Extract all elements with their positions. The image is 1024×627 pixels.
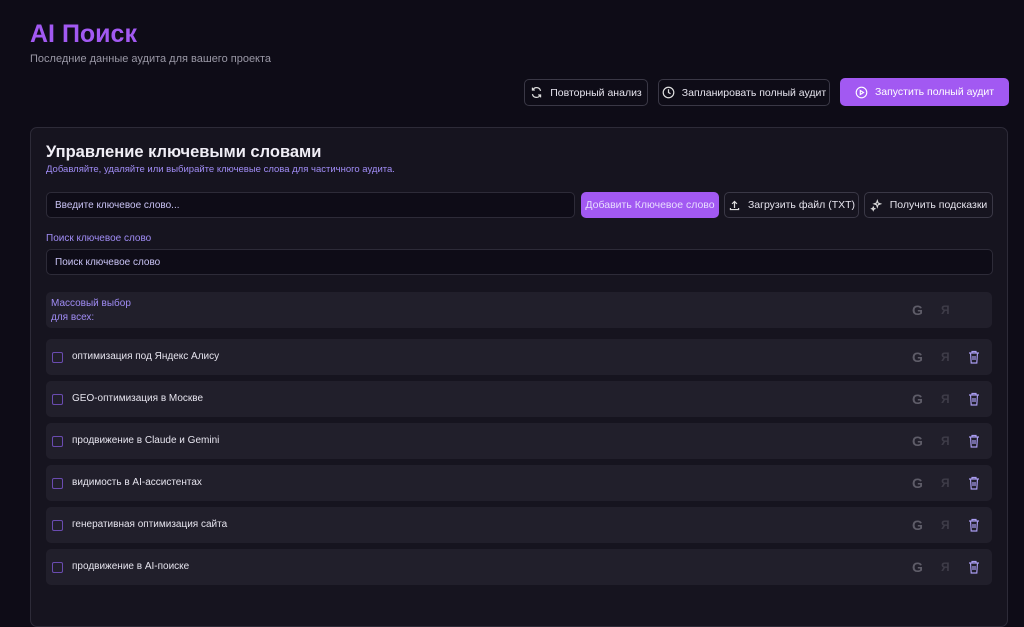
upload-file-button[interactable]: Загрузить файл (TXT) [724, 192, 859, 218]
trash-icon[interactable] [968, 518, 980, 532]
mass-select-row: Массовый выбор для всех: G Я [46, 292, 992, 328]
yandex-icon[interactable]: Я [941, 434, 950, 448]
keyword-label: продвижение в AI-поиске [72, 561, 190, 572]
keyword-row: видимость в AI-ассистентах G Я [46, 465, 992, 501]
sparkles-icon [870, 198, 882, 212]
google-icon[interactable]: G [912, 559, 923, 575]
keyword-checkbox[interactable] [52, 394, 63, 405]
yandex-icon[interactable]: Я [941, 518, 950, 532]
google-icon[interactable]: G [912, 391, 923, 407]
google-icon[interactable]: G [912, 475, 923, 491]
page-title: AI Поиск [30, 20, 137, 48]
keyword-checkbox[interactable] [52, 436, 63, 447]
card-subtitle: Добавляйте, удаляйте или выбирайте ключе… [46, 164, 395, 175]
keyword-label: продвижение в Claude и Gemini [72, 435, 220, 446]
upload-icon [729, 200, 740, 210]
yandex-icon[interactable]: Я [941, 560, 950, 574]
keyword-search-input[interactable]: Поиск ключевое слово [46, 249, 993, 275]
add-keyword-button[interactable]: Добавить Ключевое слово [581, 192, 719, 218]
keyword-placeholder: Введите ключевое слово... [55, 199, 180, 211]
yandex-icon[interactable]: Я [941, 303, 950, 317]
schedule-label: Запланировать полный аудит [681, 86, 827, 99]
keyword-label: GEO-оптимизация в Москве [72, 393, 204, 404]
keyword-label: оптимизация под Яндекс Алису [72, 351, 220, 362]
hints-label: Получить подсказки [889, 199, 988, 211]
refresh-icon [532, 87, 542, 98]
keyword-row: продвижение в Claude и Gemini G Я [46, 423, 992, 459]
yandex-icon[interactable]: Я [941, 392, 950, 406]
run-label: Запустить полный аудит [874, 86, 995, 98]
play-circle-icon [855, 86, 868, 98]
keyword-row: продвижение в AI-поиске G Я [46, 549, 992, 585]
keyword-checkbox[interactable] [52, 352, 63, 363]
keyword-checkbox[interactable] [52, 478, 63, 489]
keyword-row: GEO-оптимизация в Москве G Я [46, 381, 992, 417]
keyword-label: видимость в AI-ассистентах [72, 477, 202, 488]
trash-icon[interactable] [968, 476, 980, 490]
google-icon[interactable]: G [912, 517, 923, 533]
keyword-row: оптимизация под Яндекс Алису G Я [46, 339, 992, 375]
trash-icon[interactable] [968, 560, 980, 574]
schedule-audit-button[interactable]: Запланировать полный аудит [658, 79, 830, 106]
upload-label: Загрузить файл (TXT) [747, 199, 856, 211]
search-placeholder: Поиск ключевое слово [55, 256, 161, 268]
trash-icon[interactable] [968, 434, 980, 448]
keyword-input[interactable]: Введите ключевое слово... [46, 192, 575, 218]
add-keyword-label: Добавить Ключевое слово [585, 199, 715, 211]
clock-icon [662, 86, 675, 99]
google-icon[interactable]: G [912, 302, 923, 318]
card-title: Управление ключевыми словами [46, 143, 322, 161]
keyword-checkbox[interactable] [52, 562, 63, 573]
mass-select-label: Массовый выбор для всех: [51, 298, 131, 323]
reanalyze-label: Повторный анализ [550, 86, 642, 99]
page-subtitle: Последние данные аудита для вашего проек… [30, 53, 272, 65]
trash-icon[interactable] [968, 392, 980, 406]
google-icon[interactable]: G [912, 349, 923, 365]
keyword-row: генеративная оптимизация сайта G Я [46, 507, 992, 543]
google-icon[interactable]: G [912, 433, 923, 449]
get-hints-button[interactable]: Получить подсказки [864, 192, 993, 218]
yandex-icon[interactable]: Я [941, 350, 950, 364]
trash-icon[interactable] [968, 350, 980, 364]
keyword-checkbox[interactable] [52, 520, 63, 531]
reanalyze-button[interactable]: Повторный анализ [524, 79, 648, 106]
yandex-icon[interactable]: Я [941, 476, 950, 490]
search-label: Поиск ключевое слово [46, 233, 152, 244]
run-audit-button[interactable]: Запустить полный аудит [840, 78, 1009, 106]
keyword-label: генеративная оптимизация сайта [72, 519, 228, 530]
